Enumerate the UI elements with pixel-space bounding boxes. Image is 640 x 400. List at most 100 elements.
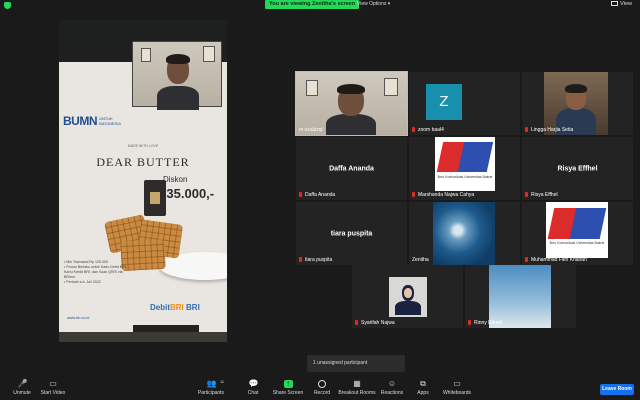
meeting-toolbar: 🎤 Unmute ▭ Start Video 👥 Participants 11 💬 C…	[0, 377, 640, 400]
whiteboards-label: Whiteboards	[442, 390, 472, 396]
whiteboard-icon: ▭	[453, 379, 461, 388]
participants-icon: 👥	[206, 379, 217, 388]
record-icon	[318, 380, 326, 388]
participant-tile[interactable]: Syarifah Najwa	[352, 265, 463, 328]
participant-name-text: m rizalzzqi	[299, 127, 323, 133]
muted-mic-icon	[468, 320, 471, 325]
participant-name-text: Marshanda Najwa Cahya	[418, 192, 475, 198]
top-bar: You are viewing Zenitha's screen View Op…	[0, 0, 640, 10]
promo-term: Kartu Kredit BRI, dan Scan QRIS via BRIm…	[64, 270, 123, 279]
debit-bank: BRI	[170, 303, 184, 312]
apps-icon: ⧉	[420, 379, 426, 388]
participant-avatar: Z	[426, 84, 462, 120]
participant-tile[interactable]: Daffa Ananda Daffa Ananda	[296, 137, 407, 200]
wall-frame	[141, 48, 151, 62]
promo-terms: • Min Transaksi Rp 125.000 • Promo Berla…	[64, 260, 134, 285]
person-hair	[166, 54, 190, 64]
chat-icon: 💬	[248, 379, 259, 388]
muted-mic-icon	[299, 192, 302, 197]
brand-tagline: MADE WITH LOVE	[127, 144, 159, 148]
debit-label: Debit	[150, 303, 170, 312]
leave-room-button[interactable]: Leave Room	[600, 384, 634, 395]
participant-video	[296, 72, 407, 135]
participant-name-text: Rinny Efendi	[474, 320, 503, 326]
promo-term: • Periode s.d. Juli 2022	[64, 280, 101, 284]
participant-tile[interactable]: Risya Effhel Risya Effhel	[522, 137, 633, 200]
presenter-thumbnail[interactable]	[132, 41, 222, 110]
participant-name-center: Daffa Ananda	[329, 165, 374, 172]
participant-tile[interactable]: tiara puspita tiara puspita	[296, 202, 407, 265]
participant-tile[interactable]: Z zoom baal4	[409, 72, 520, 135]
price-prefix: Rp	[159, 188, 166, 194]
reactions-icon: ☺	[387, 379, 397, 388]
participant-name-text: Muhammad Fikri Khairan	[531, 257, 587, 263]
logo-m-shape	[569, 207, 607, 239]
muted-mic-icon	[299, 257, 302, 262]
logo-caption: Ilmu Komunikasi Universitas Bakrie	[437, 174, 493, 179]
participant-name: Muhammad Fikri Khairan	[525, 257, 587, 263]
muted-mic-icon	[525, 192, 528, 197]
view-options-button[interactable]: View Options ▾	[357, 1, 390, 8]
participant-name: zoom baal4	[412, 127, 444, 133]
view-button[interactable]: View	[611, 1, 632, 8]
participants-count: 11	[220, 379, 225, 384]
wall-frame	[203, 46, 215, 62]
price-value: 35.000,-	[166, 186, 215, 201]
person-body	[395, 301, 421, 315]
person-hair	[565, 84, 587, 93]
debit-bri-logo: DebitBRI BRI	[150, 303, 200, 312]
brand-name: DEAR BUTTER	[96, 155, 190, 169]
person-body	[326, 114, 376, 135]
participant-name-text: Risya Effhel	[531, 192, 558, 198]
participant-video-sky	[489, 265, 551, 328]
participant-tile[interactable]: Rinny Efendi	[465, 265, 576, 328]
participant-name-text: Syarifah Najwa	[361, 320, 395, 326]
participant-tile[interactable]: Ilmu Komunikasi Universitas Bakrie Muham…	[522, 202, 633, 265]
participant-name-center: Risya Effhel	[557, 165, 598, 172]
participant-tile[interactable]: Lingga Harjia Setia	[522, 72, 633, 135]
participant-name-text: Zenitha	[412, 257, 429, 263]
security-shield-icon[interactable]	[4, 2, 11, 9]
discount-label: Diskon	[163, 175, 188, 184]
participant-name-center: tiara puspita	[330, 230, 373, 237]
participants-label: Participants	[197, 390, 225, 396]
record-button[interactable]: Record	[302, 380, 342, 396]
participant-video	[544, 72, 608, 135]
start-video-button[interactable]: ▭ Start Video	[33, 380, 73, 397]
chat-button[interactable]: 💬 Chat	[233, 379, 273, 397]
participant-name: Zenitha	[412, 257, 429, 263]
participant-tile[interactable]: Zenitha	[409, 202, 520, 265]
muted-mic-icon	[525, 257, 528, 262]
university-logo: Ilmu Komunikasi Universitas Bakrie	[435, 137, 495, 191]
university-logo: Ilmu Komunikasi Universitas Bakrie	[546, 202, 608, 258]
debit-bank-2: BRI	[186, 303, 200, 312]
breakout-rooms-label: Breakout Rooms	[338, 390, 376, 396]
view-label: View	[620, 1, 632, 7]
bumn-logo: BUMN	[63, 114, 98, 128]
participant-name: tiara puspita	[299, 257, 332, 263]
muted-mic-icon	[412, 127, 415, 132]
muted-mic-icon	[525, 127, 528, 132]
shared-screen-bottom-strip	[59, 332, 227, 342]
logo-caption: Ilmu Komunikasi Universitas Bakrie	[549, 241, 605, 246]
chat-label: Chat	[247, 390, 259, 396]
view-options-label: View Options	[357, 1, 387, 7]
whiteboards-button[interactable]: ▭ Whiteboards	[437, 379, 477, 397]
discount-price: Rp35.000,-	[159, 186, 214, 201]
participant-name: Lingga Harjia Setia	[525, 127, 573, 133]
start-video-label: Start Video	[40, 390, 66, 396]
participant-name: Marshanda Najwa Cahya	[412, 192, 474, 198]
person-face	[404, 288, 412, 298]
muted-microphone-icon: 🎤	[17, 379, 28, 388]
participant-name: Syarifah Najwa	[355, 320, 395, 326]
participant-tile[interactable]: m rizalzzqi	[295, 71, 408, 136]
unassigned-participant-notice[interactable]: 1 unassigned participant	[307, 355, 405, 372]
bumn-logo-subtitle: UNTUK INDONESIA	[99, 116, 122, 126]
breakout-rooms-button[interactable]: ▦ Breakout Rooms	[337, 380, 377, 397]
muted-mic-icon	[355, 320, 358, 325]
participant-tile[interactable]: Ilmu Komunikasi Universitas Bakrie Marsh…	[409, 137, 520, 200]
participant-name-text: Daffa Ananda	[305, 192, 336, 198]
logo-m-shape	[458, 142, 494, 173]
participant-name: Risya Effhel	[525, 192, 558, 198]
participant-name: Daffa Ananda	[299, 192, 335, 198]
